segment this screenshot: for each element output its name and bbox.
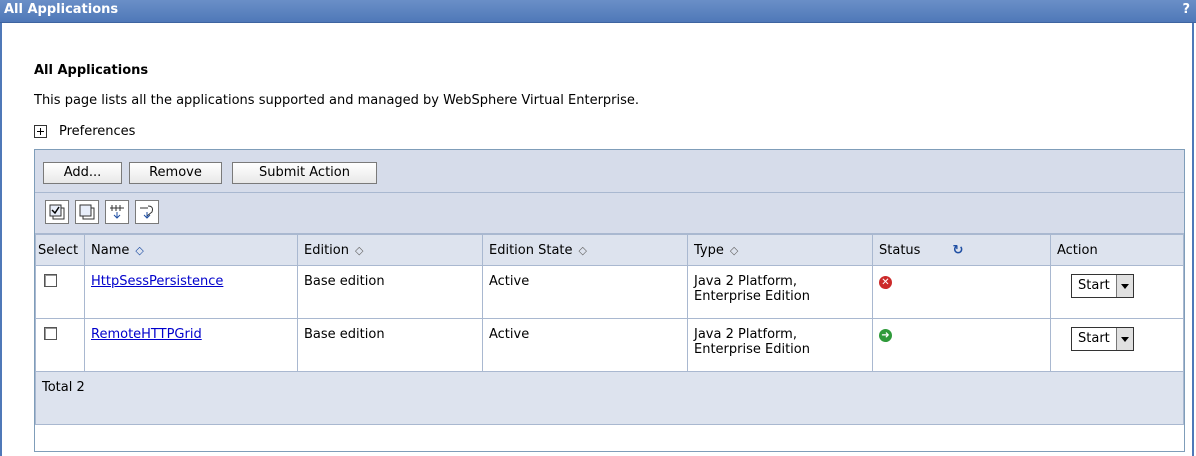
page-description: This page lists all the applications sup… [34, 93, 640, 108]
row-checkbox[interactable] [44, 327, 57, 340]
column-header-status: Status ↻ [872, 234, 1051, 266]
application-link[interactable]: RemoteHTTPGrid [91, 327, 202, 342]
column-header-type-label[interactable]: Type [694, 243, 724, 258]
clear-filter-icon[interactable] [135, 200, 159, 224]
column-header-status-label: Status [879, 242, 921, 258]
type-line: Enterprise Edition [694, 342, 810, 357]
help-icon[interactable]: ? [1182, 2, 1190, 17]
show-filter-icon[interactable] [105, 200, 129, 224]
status-cell: ➜ [872, 318, 1051, 372]
action-select-value[interactable]: Start [1072, 275, 1116, 297]
window-title: All Applications [4, 2, 119, 17]
select-all-icon[interactable] [45, 200, 69, 224]
action-select[interactable]: Start [1071, 274, 1134, 298]
type-cell: Java 2 Platform, Enterprise Edition [687, 265, 873, 319]
column-header-type[interactable]: Type ◇ [687, 234, 873, 266]
deselect-all-icon[interactable] [75, 200, 99, 224]
type-cell: Java 2 Platform, Enterprise Edition [687, 318, 873, 372]
submit-action-button[interactable]: Submit Action [232, 162, 377, 184]
expand-plus-icon[interactable] [34, 125, 47, 138]
sort-icon[interactable]: ◇ [355, 244, 363, 257]
row-select-cell [35, 265, 85, 319]
status-cell: ✕ [872, 265, 1051, 319]
chevron-down-icon[interactable] [1115, 328, 1133, 350]
edition-cell: Base edition [297, 265, 483, 319]
chevron-down-icon[interactable] [1115, 275, 1133, 297]
sort-icon[interactable]: ◇ [135, 244, 143, 257]
remove-button[interactable]: Remove [129, 162, 222, 184]
applications-panel: Add... Remove Submit Action Select Name ◇… [34, 149, 1185, 452]
edition-state-cell: Active [482, 318, 688, 372]
column-header-edition-label[interactable]: Edition [304, 243, 349, 258]
column-header-edition-state[interactable]: Edition State ◇ [482, 234, 688, 266]
action-toolbar: Add... Remove Submit Action [35, 150, 1184, 193]
table-header-row: Select Name ◇ Edition ◇ Edition State ◇ Typ… [35, 234, 1184, 266]
action-cell: Start [1050, 265, 1184, 319]
action-select-value[interactable]: Start [1072, 328, 1116, 350]
edition-cell: Base edition [297, 318, 483, 372]
sort-icon[interactable]: ◇ [579, 244, 587, 257]
action-cell: Start [1050, 318, 1184, 372]
application-link[interactable]: HttpSessPersistence [91, 274, 223, 289]
preferences-toggle[interactable]: Preferences [34, 124, 135, 139]
column-header-action: Action [1050, 234, 1184, 266]
applications-table: Select Name ◇ Edition ◇ Edition State ◇ Typ… [35, 234, 1184, 425]
column-header-name[interactable]: Name ◇ [84, 234, 298, 266]
sort-icon[interactable]: ◇ [730, 244, 738, 257]
add-button[interactable]: Add... [43, 162, 122, 184]
action-select[interactable]: Start [1071, 327, 1134, 351]
status-stopped-icon: ✕ [879, 276, 892, 289]
table-row: HttpSessPersistence Base edition Active … [35, 265, 1184, 319]
status-started-icon: ➜ [879, 329, 892, 342]
window-titlebar: All Applications ? [0, 0, 1196, 23]
type-line: Java 2 Platform, [694, 274, 797, 289]
table-row: RemoteHTTPGrid Base edition Active Java … [35, 318, 1184, 372]
type-line: Enterprise Edition [694, 289, 810, 304]
row-select-cell [35, 318, 85, 372]
type-line: Java 2 Platform, [694, 327, 797, 342]
edition-state-cell: Active [482, 265, 688, 319]
column-header-name-label[interactable]: Name [91, 243, 129, 258]
name-cell: HttpSessPersistence [84, 265, 298, 319]
row-checkbox[interactable] [44, 274, 57, 287]
page-title: All Applications [34, 63, 149, 78]
column-header-edition-state-label[interactable]: Edition State [489, 243, 573, 258]
name-cell: RemoteHTTPGrid [84, 318, 298, 372]
refresh-icon[interactable]: ↻ [952, 243, 963, 258]
column-header-select: Select [35, 234, 85, 266]
preferences-label[interactable]: Preferences [59, 124, 135, 139]
table-icon-toolbar [35, 193, 1184, 234]
column-header-edition[interactable]: Edition ◇ [297, 234, 483, 266]
table-footer-row: Total 2 [35, 371, 1184, 425]
total-count: Total 2 [35, 371, 1184, 425]
